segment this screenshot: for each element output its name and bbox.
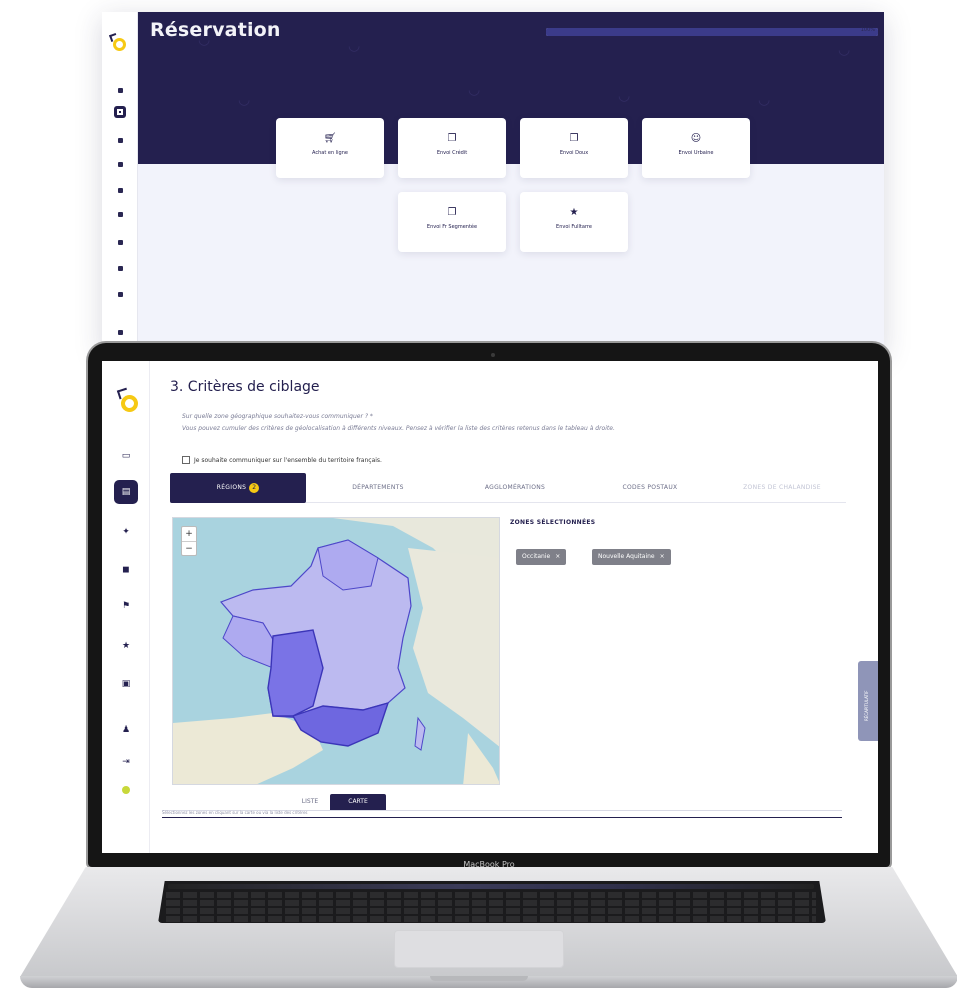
copy-icon: ❐ [447,207,457,218]
key-row [166,892,816,898]
all-territory-checkbox[interactable] [182,456,190,464]
reservation-title: Réservation [150,19,281,41]
zoom-out-button[interactable]: − [182,541,196,555]
brand-logo-icon[interactable] [116,387,140,413]
zone-chip-nouvelle-aquitaine: Nouvelle Aquitaine × [592,549,671,565]
tab-count-badge: 2 [249,482,260,493]
copy-icon: ❐ [569,133,579,144]
zone-chip-occitanie: Occitanie × [516,549,567,565]
reservation-progress-bar: 100% [546,27,878,36]
footer-note: Sélectionnez les zones en cliquant sur l… [162,810,308,815]
face-icon: ☺ [690,133,702,144]
selected-zones-title: ZONES SÉLECTIONNÉES [510,519,596,526]
status-dot-icon [102,779,150,801]
star-icon[interactable] [102,188,138,193]
zoom-in-button[interactable]: + [182,527,196,541]
calendar-alt-icon[interactable] [102,266,138,271]
remove-zone-icon[interactable]: × [660,553,665,560]
tab-codes-postaux[interactable]: CODES POSTAUX [590,473,710,503]
offer-card-doux[interactable]: ❐ Envoi Doux [520,118,628,178]
document-icon[interactable]: ▤ [102,480,150,504]
touch-bar [168,884,814,889]
flag-icon[interactable] [102,240,138,245]
question-text: Sur quelle zone géographique souhaitez-v… [182,413,373,420]
document-icon[interactable] [102,106,138,118]
calendar-icon[interactable] [102,88,138,93]
progress-fill [546,28,878,36]
offer-card-urbaine[interactable]: ☺ Envoi Urbaine [642,118,750,178]
offer-card-label: Envoi Doux [559,150,589,156]
bag-icon[interactable] [102,212,138,217]
camera-icon [491,353,495,357]
mail-icon[interactable] [102,138,138,143]
help-text: Vous pouvez cumuler des critères de géol… [182,425,615,432]
targeting-tabs: RÉGIONS 2 DÉPARTEMENTS AGGLOMÉRATIONS COD… [170,473,846,503]
marketing-composite: ◡ ◡ ◡ ◡ ◡ ◡ ◡ Réservation 100% 🛒︎ Achat … [0,0,957,994]
all-territory-label: Je souhaite communiquer sur l'ensemble d… [194,456,382,464]
background-sidebar [102,12,138,352]
offer-card-achat[interactable]: 🛒︎ Achat en ligne [276,118,384,178]
offer-card-label: Envoi Fulltarre [556,224,592,230]
brand-logo-icon [109,33,128,52]
laptop-screen: ▭ ▤ ✦ ◼ ⚑ ★ ▣ ♟ ⇥ 3. Critères de ciblage… [102,361,878,853]
zone-chip-label: Occitanie [522,553,551,560]
flag-icon[interactable]: ⚑ [102,595,150,617]
offer-card-label: Envoi Fr Segmentée [426,224,478,230]
calendar-icon[interactable]: ▭ [102,445,150,467]
offer-card-label: Achat en ligne [312,150,348,156]
pin-icon[interactable]: ✦ [102,521,150,543]
section-title: 3. Critères de ciblage [170,379,320,395]
list-view-button[interactable]: LISTE [292,794,328,810]
all-territory-option[interactable]: Je souhaite communiquer sur l'ensemble d… [182,456,382,464]
app-sidebar: ▭ ▤ ✦ ◼ ⚑ ★ ▣ ♟ ⇥ [102,361,150,853]
offer-card-credit[interactable]: ❐ Envoi Crédit [398,118,506,178]
regions-map[interactable]: + − [172,517,500,785]
background-header: ◡ ◡ ◡ ◡ ◡ ◡ ◡ Réservation 100% [138,12,884,164]
star-icon: ★ [569,207,579,218]
tab-zones-chalandise[interactable]: ZONES DE CHALANDISE [718,473,846,503]
tab-departements[interactable]: DÉPARTEMENTS [318,473,438,503]
summary-side-label: RÉCAPITULATIF [864,690,869,721]
cart-icon: 🛒︎ [323,133,337,144]
tab-agglomerations[interactable]: AGGLOMÉRATIONS [450,473,580,503]
key-row [166,900,816,906]
tab-regions[interactable]: RÉGIONS 2 [170,473,306,503]
tab-label: RÉGIONS [216,484,247,491]
bag-icon[interactable]: ◼ [102,559,150,581]
pin-icon[interactable] [102,162,138,167]
calendar-alt-icon[interactable]: ▣ [102,673,150,695]
copy-icon: ❐ [447,133,457,144]
minus-icon[interactable] [102,292,138,297]
offer-card-fulltarre[interactable]: ★ Envoi Fulltarre [520,192,628,252]
user-icon[interactable]: ♟ [102,719,150,741]
offer-card-segmentee[interactable]: ❐ Envoi Fr Segmentée [398,192,506,252]
france-map-svg[interactable] [173,518,500,785]
offer-card-label: Envoi Urbaine [678,150,714,156]
offer-card-label: Envoi Crédit [436,150,468,156]
logout-icon[interactable]: ⇥ [102,751,150,773]
progress-label: 100% [860,27,875,33]
map-view-button[interactable]: CARTE [330,794,386,810]
background-app-window: ◡ ◡ ◡ ◡ ◡ ◡ ◡ Réservation 100% 🛒︎ Achat … [102,12,884,352]
star-icon[interactable]: ★ [102,635,150,657]
remove-zone-icon[interactable]: × [555,553,560,560]
key-row [166,916,816,922]
summary-side-tab[interactable]: RÉCAPITULATIF [858,661,878,741]
key-row [166,908,816,914]
trackpad [394,930,564,968]
zone-chip-label: Nouvelle Aquitaine [598,553,655,560]
user-icon[interactable] [102,330,138,335]
map-zoom-control: + − [181,526,197,556]
laptop-notch [430,976,528,981]
